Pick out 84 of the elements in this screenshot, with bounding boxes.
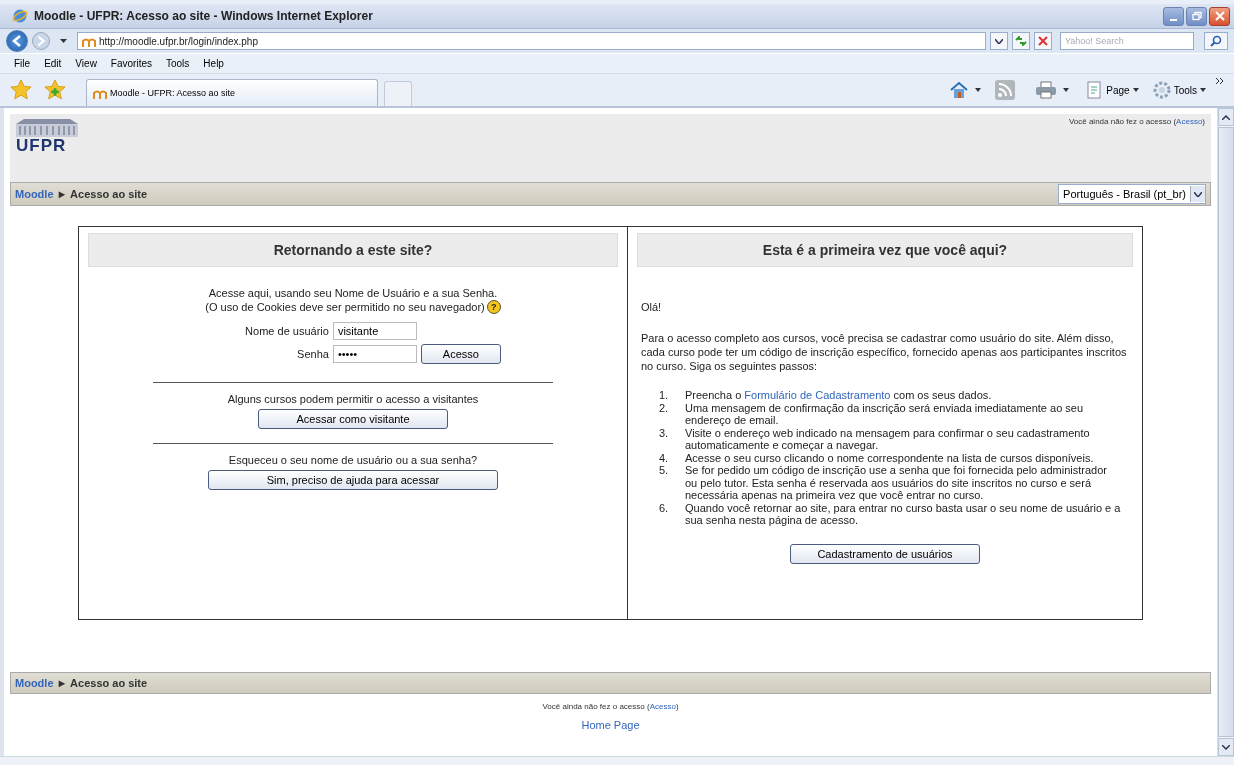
chevron-down-icon	[995, 38, 1003, 44]
horizontal-scrollbar[interactable]	[0, 756, 1234, 765]
section-heading: Retornando a este site?	[88, 233, 618, 267]
page-icon	[1087, 81, 1104, 99]
tools-menu-button[interactable]: Tools	[1148, 81, 1210, 99]
globe-icon	[12, 8, 28, 24]
step-text: Se for pedido um código de inscrição use a senha que foi fornecida pelo administrador ou pelo tutor. Esta senha é reservada aos usuários do site inscritos no curso e será necessária apenas na primeira vez que você entrar no curso.	[685, 464, 1108, 502]
caret-icon	[1200, 88, 1206, 92]
step-number: 5.	[659, 464, 670, 478]
minimize-button[interactable]	[1163, 6, 1184, 26]
refresh-icon	[1015, 36, 1027, 46]
language-select[interactable]: Português - Brasil (pt_br)	[1058, 184, 1206, 204]
stop-icon	[1038, 36, 1048, 46]
breadcrumb-link[interactable]: Moodle	[15, 188, 54, 200]
restore-button[interactable]	[1186, 6, 1207, 26]
greeting-text: Olá!	[641, 301, 663, 313]
restore-icon	[1191, 11, 1202, 21]
close-button[interactable]	[1209, 6, 1230, 26]
stop-button[interactable]	[1034, 32, 1052, 50]
step-text: Preencha o Formulário de Cadastramento com os seus dados.	[685, 389, 993, 402]
field-label: Senha	[296, 348, 329, 360]
gear-icon	[1152, 81, 1171, 99]
search-button[interactable]	[1204, 32, 1228, 50]
step-number: 4.	[659, 451, 670, 464]
caret-icon	[1132, 88, 1139, 92]
home-page-link[interactable]: Home Page	[581, 719, 640, 731]
minimize-icon	[1170, 19, 1177, 21]
search-field[interactable]: Yahoo! Search	[1060, 32, 1194, 50]
caret-icon[interactable]	[60, 39, 67, 43]
login-button[interactable]: Acesso	[420, 344, 501, 364]
login-status: Você ainda não fez o acesso (Acesso)	[1068, 117, 1205, 126]
step-text: Quando você retornar ao site, para entrar no curso basta usar o seu nome de usuário e a sua senha nesta página de acesso.	[685, 501, 1121, 527]
breadcrumb: Moodle ► Acesso ao site	[15, 188, 148, 200]
guest-login-button[interactable]: Acessar como visitante	[258, 409, 448, 429]
password-field[interactable]: •••••	[332, 345, 417, 363]
section-heading: Esta é a primeira vez que você aqui?	[637, 233, 1133, 267]
menu-item[interactable]: Edit	[44, 58, 62, 69]
step-number: 1.	[659, 389, 670, 402]
close-icon	[1214, 11, 1225, 21]
dropdown-button[interactable]	[990, 32, 1008, 50]
step-number: 3.	[659, 426, 670, 441]
intro-paragraph: Para o acesso completo aos cursos, você precisa se cadastrar como usuário do site. Além disso, cada curso pode ter um código de inscrição específico, fornecido apenas aos participantes inscritos no curso. Siga os seguintes passos:	[641, 331, 1128, 373]
menu-item[interactable]: File	[14, 58, 31, 69]
breadcrumb-link[interactable]: Moodle	[15, 677, 54, 689]
browser-tab[interactable]: Moodle - UFPR: Acesso ao site	[86, 79, 378, 106]
forgot-text: Esqueceu o seu nome de usuário ou a sua senha?	[228, 454, 478, 467]
scroll-down-icon[interactable]	[1222, 744, 1230, 750]
star-icon[interactable]	[10, 79, 32, 101]
printer-icon[interactable]	[1035, 81, 1058, 99]
caret-icon[interactable]	[975, 88, 982, 92]
instruction-text: Acesse aqui, usando seu Nome de Usuário e a sua Senha.	[208, 287, 498, 300]
chevron-icon[interactable]	[1216, 78, 1224, 84]
help-icon[interactable]: ?	[486, 300, 501, 314]
menu-item[interactable]: Help	[203, 58, 224, 69]
menu-item[interactable]: Tools	[166, 58, 190, 69]
registration-form-link[interactable]: Formulário de Cadastramento	[744, 389, 891, 401]
step-text: Uma mensagem de confirmação da inscrição será enviada imediatamente ao seu endereço de email.	[685, 401, 1085, 427]
search-icon	[1210, 35, 1222, 47]
step-text: Visite o endereço web indicado na mensagem para confirmar o seu cadastramento automaticamente e começar a navegar.	[685, 426, 1091, 452]
address-field[interactable]: http://moodle.ufpr.br/login/index.php	[77, 32, 986, 50]
login-status: Você ainda não fez o acesso (Acesso)	[542, 702, 679, 711]
step-number: 2.	[659, 401, 670, 416]
home-icon[interactable]	[949, 81, 970, 99]
caret-icon[interactable]	[1063, 88, 1070, 92]
username-field[interactable]: visitante	[332, 322, 417, 340]
forgot-password-button[interactable]: Sim, preciso de ajuda para acessar	[208, 470, 498, 490]
page-menu-button[interactable]: Page	[1083, 81, 1143, 99]
window-title: Moodle - UFPR: Acesso ao site - Windows Internet Explorer	[34, 9, 373, 23]
forward-button[interactable]	[32, 32, 50, 50]
university-logo[interactable]: UFPR	[16, 117, 78, 155]
scroll-up-icon[interactable]	[1222, 114, 1230, 120]
chevron-down-icon	[1194, 191, 1202, 197]
step-text: Acesse o seu curso clicando o nome correspondente na lista de cursos disponíveis.	[685, 451, 1095, 464]
back-button[interactable]	[6, 30, 28, 52]
add-favorite-icon[interactable]	[44, 79, 66, 101]
menu-item[interactable]: View	[75, 58, 97, 69]
cookie-note: (O uso de Cookies deve ser permitido no seu navegador)	[205, 300, 485, 314]
signup-button[interactable]: Cadastramento de usuários	[790, 543, 980, 564]
field-label: Nome de usuário	[245, 325, 329, 337]
menu-item[interactable]: Favorites	[110, 58, 152, 69]
step-number: 6.	[659, 501, 670, 516]
guest-text: Alguns cursos podem permitir o acesso a visitantes	[227, 393, 479, 406]
vertical-scrollbar[interactable]	[1217, 108, 1234, 756]
breadcrumb: Moodle ► Acesso ao site	[15, 677, 148, 689]
